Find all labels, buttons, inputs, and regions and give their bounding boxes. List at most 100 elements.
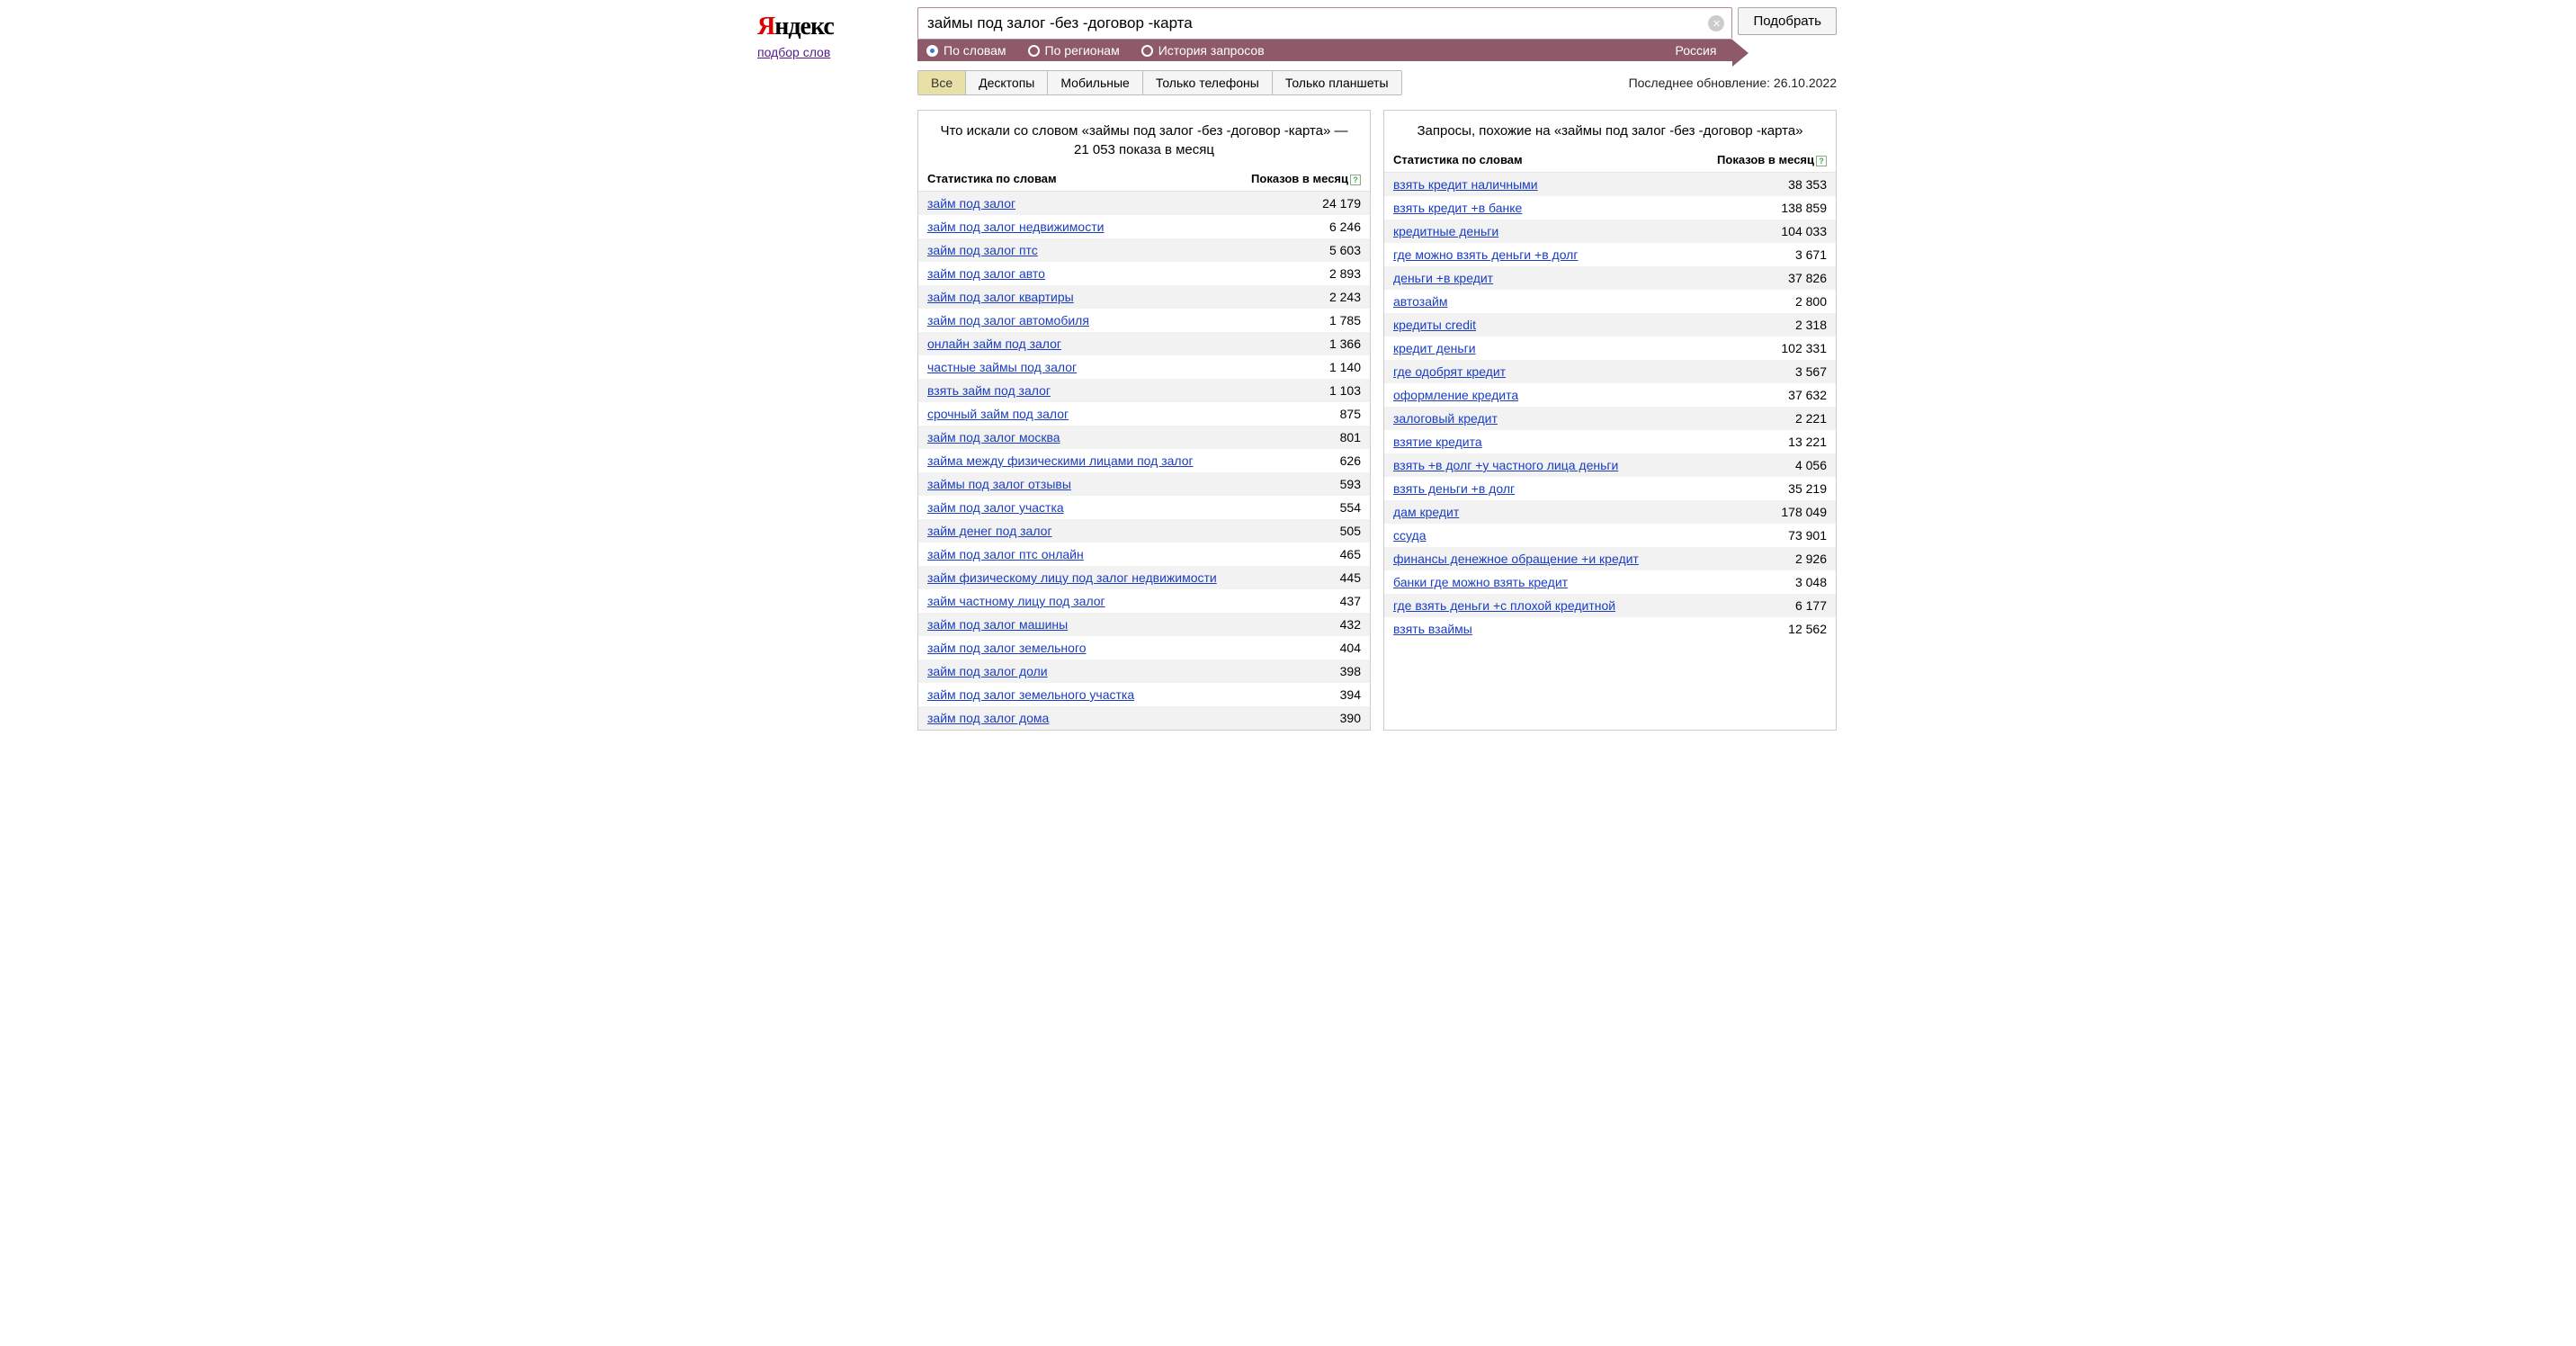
query-link[interactable]: займ частному лицу под залог: [927, 594, 1105, 608]
query-link[interactable]: кредитные деньги: [1393, 224, 1498, 238]
query-link[interactable]: взять кредит наличными: [1393, 177, 1538, 192]
shows-count: 390: [1340, 711, 1361, 725]
query-link[interactable]: займ под залог птс: [927, 243, 1038, 257]
query-link[interactable]: дам кредит: [1393, 505, 1459, 519]
query-link[interactable]: займ под залог квартиры: [927, 290, 1074, 304]
shows-count: 3 567: [1795, 364, 1827, 379]
shows-count: 37 826: [1788, 271, 1827, 285]
query-link[interactable]: займ под залог земельного участка: [927, 687, 1134, 702]
query-link[interactable]: кредиты credit: [1393, 318, 1476, 332]
table-row: деньги +в кредит 37 826: [1384, 266, 1836, 290]
yandex-logo[interactable]: Яндекс: [757, 13, 901, 41]
help-icon[interactable]: ?: [1350, 175, 1361, 185]
help-icon[interactable]: ?: [1816, 156, 1827, 166]
table-row: займ под залог доли398: [918, 660, 1370, 683]
col-header-words: Статистика по словам: [1393, 153, 1523, 166]
table-row: взять +в долг +у частного лица деньги4 0…: [1384, 453, 1836, 477]
query-link[interactable]: взять займ под залог: [927, 383, 1051, 398]
device-tab-mobile[interactable]: Мобильные: [1048, 71, 1143, 94]
shows-count: 1 366: [1329, 336, 1361, 351]
table-row: финансы денежное обращение +и кредит 2 92…: [1384, 547, 1836, 570]
query-link[interactable]: займ под залог недвижимости: [927, 220, 1104, 234]
search-input[interactable]: [918, 8, 1708, 39]
query-link[interactable]: банки где можно взять кредит: [1393, 575, 1568, 589]
table-row: где можно взять деньги +в долг 3 671: [1384, 243, 1836, 266]
device-tab-desktops[interactable]: Десктопы: [966, 71, 1048, 94]
region-label[interactable]: Россия: [1676, 43, 1724, 58]
device-tabs: Все Десктопы Мобильные Только телефоны Т…: [917, 70, 1402, 95]
query-link[interactable]: займ физическому лицу под залог недвижим…: [927, 570, 1217, 585]
query-link[interactable]: займа между физическими лицами под залог: [927, 453, 1194, 468]
table-row: взять займ под залог1 103: [918, 379, 1370, 402]
device-tab-all[interactable]: Все: [918, 71, 966, 94]
query-link[interactable]: займ под залог земельного: [927, 641, 1087, 655]
shows-count: 626: [1340, 453, 1361, 468]
table-row: займ под залог недвижимости 6 246: [918, 215, 1370, 238]
shows-count: 404: [1340, 641, 1361, 655]
shows-count: 2 318: [1795, 318, 1827, 332]
shows-count: 5 603: [1329, 243, 1361, 257]
query-link[interactable]: автозайм: [1393, 294, 1447, 309]
query-link[interactable]: деньги +в кредит: [1393, 271, 1493, 285]
query-link[interactable]: займ под залог птс онлайн: [927, 547, 1084, 561]
shows-count: 445: [1340, 570, 1361, 585]
query-link[interactable]: займ под залог участка: [927, 500, 1064, 515]
query-link[interactable]: займ под залог: [927, 196, 1015, 211]
query-link[interactable]: взятие кредита: [1393, 435, 1482, 449]
shows-count: 138 859: [1781, 201, 1827, 215]
table-row: срочный займ под залог875: [918, 402, 1370, 426]
query-link[interactable]: ссуда: [1393, 528, 1427, 543]
query-link[interactable]: займы под залог отзывы: [927, 477, 1071, 491]
mode-by-regions[interactable]: По регионам: [1028, 43, 1120, 58]
table-row: взять взаймы12 562: [1384, 617, 1836, 641]
query-link[interactable]: займ под залог авто: [927, 266, 1045, 281]
query-link[interactable]: онлайн займ под залог: [927, 336, 1061, 351]
query-link[interactable]: займ под залог москва: [927, 430, 1060, 444]
query-link[interactable]: взять кредит +в банке: [1393, 201, 1522, 215]
search-button[interactable]: Подобрать: [1738, 7, 1837, 35]
query-link[interactable]: где одобрят кредит: [1393, 364, 1506, 379]
query-link[interactable]: займ под залог доли: [927, 664, 1048, 678]
device-tab-tablets[interactable]: Только планшеты: [1273, 71, 1401, 94]
table-row: займ под залог авто2 893: [918, 262, 1370, 285]
table-row: взять кредит наличными38 353: [1384, 173, 1836, 196]
shows-count: 2 926: [1795, 552, 1827, 566]
query-link[interactable]: взять взаймы: [1393, 622, 1472, 636]
table-row: займ под залог машины 432: [918, 613, 1370, 636]
table-row: займ под залог птс 5 603: [918, 238, 1370, 262]
right-header-row: Статистика по словам Показов в месяц?: [1384, 148, 1836, 173]
shows-count: 3 671: [1795, 247, 1827, 262]
table-row: банки где можно взять кредит 3 048: [1384, 570, 1836, 594]
query-link[interactable]: финансы денежное обращение +и кредит: [1393, 552, 1639, 566]
query-link[interactable]: взять деньги +в долг: [1393, 481, 1515, 496]
table-row: взять деньги +в долг35 219: [1384, 477, 1836, 500]
query-link[interactable]: частные займы под залог: [927, 360, 1077, 374]
query-link[interactable]: займ под залог дома: [927, 711, 1049, 725]
query-link[interactable]: займ под залог автомобиля: [927, 313, 1089, 328]
table-row: займ под залог 24 179: [918, 192, 1370, 215]
query-link[interactable]: где взять деньги +с плохой кредитной: [1393, 598, 1615, 613]
mode-by-words[interactable]: По словам: [926, 43, 1006, 58]
query-link[interactable]: займ денег под залог: [927, 524, 1052, 538]
query-link[interactable]: займ под залог машины: [927, 617, 1068, 632]
table-row: где одобрят кредит 3 567: [1384, 360, 1836, 383]
table-row: займ денег под залог505: [918, 519, 1370, 543]
last-updated: Последнее обновление: 26.10.2022: [1629, 76, 1837, 90]
clear-icon[interactable]: ✕: [1708, 15, 1724, 31]
mode-history[interactable]: История запросов: [1141, 43, 1265, 58]
query-link[interactable]: взять +в долг +у частного лица деньги: [1393, 458, 1618, 472]
shows-count: 1 785: [1329, 313, 1361, 328]
wordstat-sublink[interactable]: подбор слов: [757, 45, 830, 59]
shows-count: 24 179: [1322, 196, 1361, 211]
device-tab-phones[interactable]: Только телефоны: [1143, 71, 1273, 94]
query-link[interactable]: оформление кредита: [1393, 388, 1518, 402]
query-link[interactable]: кредит деньги: [1393, 341, 1476, 355]
query-link[interactable]: срочный займ под залог: [927, 407, 1069, 421]
table-row: частные займы под залог1 140: [918, 355, 1370, 379]
query-link[interactable]: залоговый кредит: [1393, 411, 1498, 426]
shows-count: 432: [1340, 617, 1361, 632]
shows-count: 3 048: [1795, 575, 1827, 589]
shows-count: 13 221: [1788, 435, 1827, 449]
query-link[interactable]: где можно взять деньги +в долг: [1393, 247, 1578, 262]
shows-count: 6 246: [1329, 220, 1361, 234]
